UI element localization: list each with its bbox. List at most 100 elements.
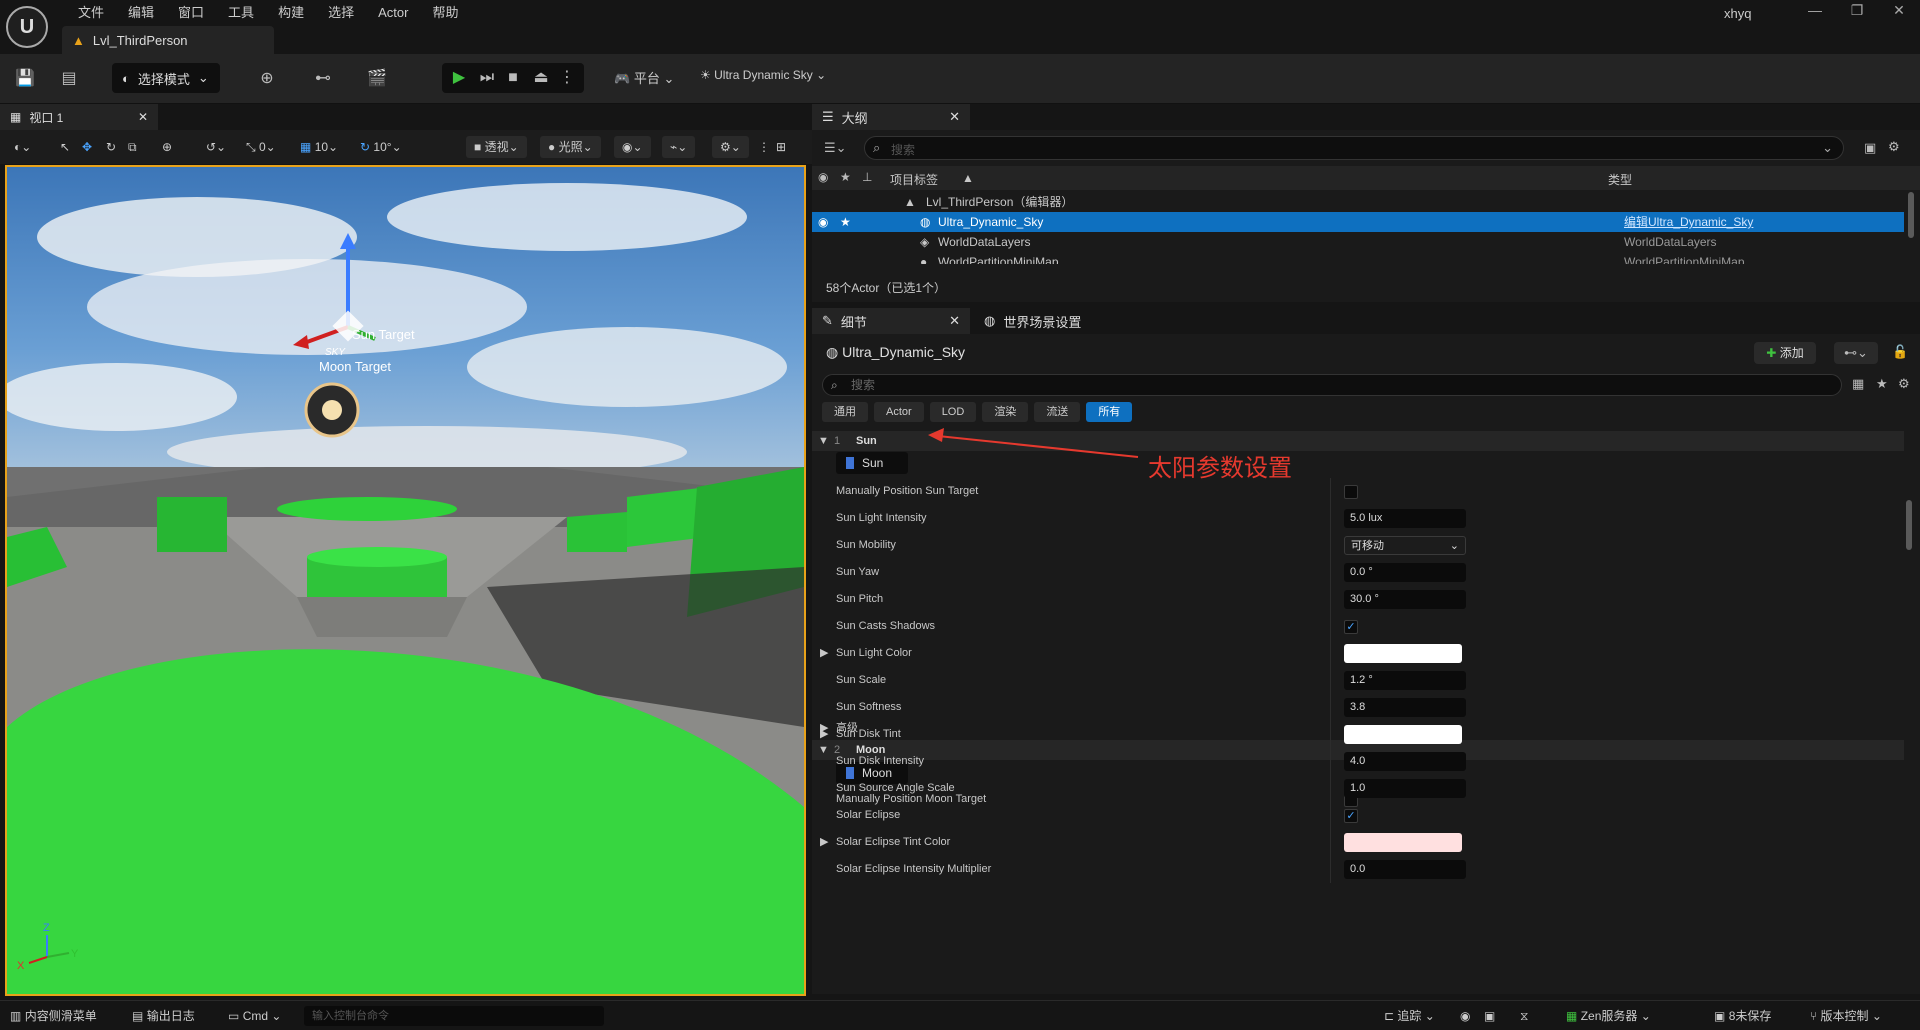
level-tab[interactable]: ▲ Lvl_ThirdPerson (62, 26, 274, 54)
col-label-header[interactable]: 项目标签 (890, 171, 938, 188)
select-mode-button[interactable]: ◐ 选择模式 ⌄ (112, 63, 220, 93)
pin-icon[interactable]: ⊥ (862, 170, 872, 184)
menu-build[interactable]: 构建 (266, 2, 316, 24)
prop-color-swatch[interactable] (1344, 725, 1462, 744)
filter-all[interactable]: 所有 (1086, 402, 1133, 422)
content-drawer-button[interactable]: ▥ 内容侧滑菜单 (10, 1001, 97, 1030)
add-component-button[interactable]: ✚ 添加 (1754, 342, 1816, 364)
close-window-icon[interactable]: ✕ (1884, 2, 1914, 22)
angle-snap-button[interactable]: ↻ 10°⌄ (360, 136, 402, 158)
details-search-input[interactable]: ⌕ 搜索 (822, 374, 1842, 396)
prop-checkbox[interactable]: ✓ (1344, 620, 1358, 634)
blueprint-options-button[interactable]: ⊷⌄ (1834, 342, 1878, 364)
perspective-button[interactable]: ■ 透视⌄ (466, 136, 527, 158)
menu-edit[interactable]: 编辑 (116, 2, 166, 24)
prop-select[interactable]: 可移动 ⌄ (1344, 536, 1466, 555)
platform-button[interactable]: 🎮 平台 ⌄ (614, 68, 674, 87)
filter-streaming[interactable]: 流送 (1034, 402, 1081, 422)
prop-color-swatch[interactable] (1344, 833, 1462, 852)
menu-select[interactable]: 选择 (316, 2, 366, 24)
cmd-button[interactable]: ▭ Cmd ⌄ (228, 1001, 281, 1030)
prop-color-swatch[interactable] (1344, 644, 1462, 663)
star-icon[interactable]: ★ (840, 170, 851, 184)
star-icon[interactable]: ★ (840, 212, 851, 232)
outliner-row-minimap[interactable]: ● WorldPartitionMiniMap WorldPartitionMi… (812, 252, 1904, 264)
ultra-dynamic-sky-button[interactable]: ☀ Ultra Dynamic Sky ⌄ (700, 68, 826, 82)
outliner-search-input[interactable]: ⌕ 搜索 ⌄ (864, 136, 1844, 160)
filter-rendering[interactable]: 渲染 (982, 402, 1029, 422)
menu-window[interactable]: 窗口 (166, 2, 216, 24)
viewport-options-icon[interactable]: ◐⌄ (14, 136, 31, 158)
settings-button[interactable]: ⚙⌄ (712, 136, 749, 158)
chevron-right-icon[interactable]: ▶ (820, 640, 828, 667)
menu-actor[interactable]: Actor (366, 2, 420, 24)
level-viewport[interactable]: Sun Target Moon Target SKY Z X Y (5, 165, 806, 996)
zen-server-button[interactable]: ▦ Zen服务器 ⌄ (1566, 1001, 1651, 1030)
menu-help[interactable]: 帮助 (420, 2, 470, 24)
close-tab-icon[interactable]: ✕ (138, 110, 148, 124)
cinematics-icon[interactable]: 🎬 (366, 68, 388, 90)
menu-file[interactable]: 文件 (66, 2, 116, 24)
source-control-button[interactable]: ⑂ 版本控制 ⌄ (1810, 1001, 1882, 1030)
outliner-tab[interactable]: ☰ 大纲 ✕ (812, 104, 970, 130)
world-settings-tab[interactable]: ◍ 世界场景设置 (974, 308, 1081, 334)
viewport-tab[interactable]: ▦ 视口 1 ✕ (0, 104, 158, 130)
scale-tool-icon[interactable]: ⧉ (128, 136, 137, 158)
screenshot-icon[interactable]: ▣ (1484, 1001, 1495, 1030)
outliner-row-ultra-dynamic-sky[interactable]: ◉ ★ ◍ Ultra_Dynamic_Sky 编辑Ultra_Dynamic_… (812, 212, 1904, 232)
outliner-row-worlddatalayers[interactable]: ◈ WorldDataLayers WorldDataLayers (812, 232, 1904, 252)
record-icon[interactable]: ◉ (1460, 1001, 1470, 1030)
blueprint-icon[interactable]: ⊷ (312, 68, 334, 90)
rotate-tool-icon[interactable]: ↻ (106, 136, 116, 158)
lighting-button[interactable]: ● 光照⌄ (540, 136, 601, 158)
unreal-logo-icon[interactable]: U (6, 6, 48, 48)
rotation-snap-button[interactable]: ⤡ 0⌄ (246, 136, 276, 158)
chevron-right-icon[interactable]: ▶ (820, 829, 828, 856)
table-view-icon[interactable]: ▦ (1852, 376, 1864, 392)
prop-number-input[interactable]: 0.0 (1344, 860, 1466, 879)
select-tool-icon[interactable]: ↖ (60, 136, 70, 158)
gear-icon[interactable]: ⚙ (1898, 376, 1910, 392)
prop-checkbox[interactable]: ✓ (1344, 809, 1358, 823)
timer-icon[interactable]: ⧖ (1520, 1001, 1528, 1030)
outliner-row-level[interactable]: ▲ Lvl_ThirdPerson（编辑器） (812, 192, 1904, 212)
close-tab-icon[interactable]: ✕ (949, 313, 960, 329)
col-type-header[interactable]: 类型 (1608, 171, 1632, 188)
details-tab[interactable]: ✎ 细节 ✕ (812, 308, 970, 334)
prop-number-input[interactable]: 30.0 ° (1344, 590, 1466, 609)
chevron-right-icon[interactable]: ▶ (820, 721, 828, 748)
browse-icon[interactable]: ▤ (58, 68, 80, 90)
prop-number-input[interactable]: 5.0 lux (1344, 509, 1466, 528)
filter-lod[interactable]: LOD (929, 402, 977, 422)
prop-number-input[interactable]: 3.8 (1344, 698, 1466, 717)
restore-icon[interactable]: ❐ (1842, 2, 1872, 22)
outliner-scrollbar[interactable] (1908, 192, 1914, 238)
step-icon[interactable]: ⏭ (476, 67, 498, 89)
add-actor-icon[interactable]: ⊕ (256, 68, 278, 90)
world-space-icon[interactable]: ⊕ (162, 136, 172, 158)
filter-general[interactable]: 通用 (822, 402, 868, 422)
outliner-row-type[interactable]: 编辑Ultra_Dynamic_Sky (1624, 212, 1753, 232)
surface-snap-icon[interactable]: ↺⌄ (206, 136, 226, 158)
prop-number-input[interactable]: 0.0 ° (1344, 563, 1466, 582)
eye-icon[interactable]: ◉ (818, 212, 828, 232)
lock-icon[interactable]: 🔓 (1892, 344, 1908, 360)
minimize-icon[interactable]: — (1800, 2, 1830, 22)
prop-number-input[interactable]: 4.0 (1344, 752, 1466, 771)
prop-checkbox[interactable] (1344, 485, 1358, 499)
eject-icon[interactable]: ⏏ (530, 67, 552, 89)
close-tab-icon[interactable]: ✕ (949, 109, 960, 125)
play-options-icon[interactable]: ⋮ (556, 67, 578, 89)
scalability-button[interactable]: ⌁⌄ (662, 136, 696, 158)
save-icon[interactable]: 💾 (14, 68, 36, 90)
output-log-button[interactable]: ▤ 输出日志 (132, 1001, 195, 1030)
layout-icon[interactable]: ⊞ (776, 136, 786, 158)
gear-icon[interactable]: ⚙ (1888, 139, 1900, 155)
play-icon[interactable]: ▶ (448, 67, 470, 89)
stop-icon[interactable]: ■ (502, 67, 524, 89)
filter-actor[interactable]: Actor (874, 402, 924, 422)
visibility-icon[interactable]: ◉ (818, 170, 828, 184)
prop-number-input[interactable]: 1.2 ° (1344, 671, 1466, 690)
show-button[interactable]: ◉⌄ (614, 136, 651, 158)
chevron-down-icon[interactable]: ⌄ (1822, 140, 1833, 156)
